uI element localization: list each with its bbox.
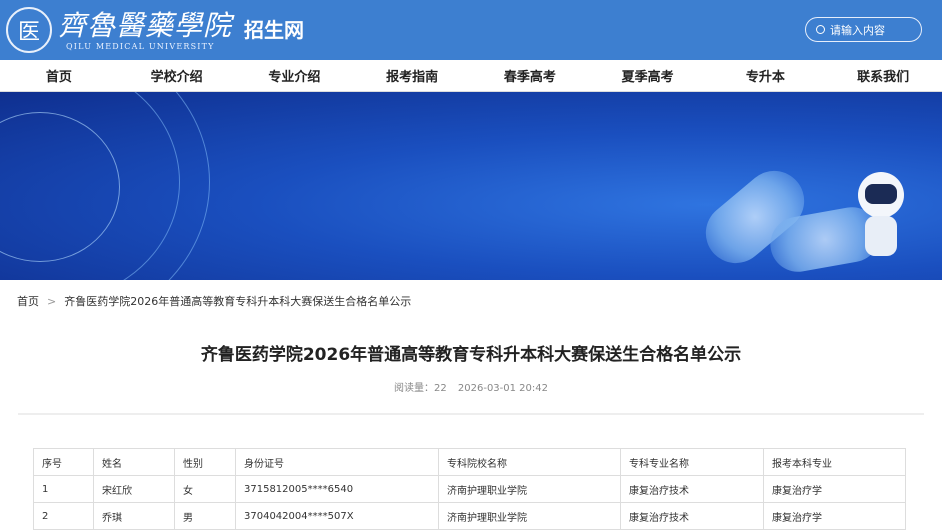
logo-english: QILU MEDICAL UNIVERSITY — [66, 41, 215, 51]
search-placeholder: 请输入内容 — [830, 23, 885, 37]
table-row: 1 宋红欣 女 3715812005****6540 济南护理职业学院 康复治疗… — [33, 475, 906, 503]
nav-guide[interactable]: 报考指南 — [354, 66, 471, 85]
cell: 3704042004****507X — [235, 502, 439, 530]
university-logo[interactable]: 齊魯醫藥學院 QILU MEDICAL UNIVERSITY — [52, 8, 233, 51]
site-name: 招生网 — [244, 17, 305, 42]
cell: 3715812005****6540 — [235, 475, 439, 503]
search-icon — [816, 25, 825, 34]
nav-contact[interactable]: 联系我们 — [825, 66, 942, 85]
cell: 宋红欣 — [93, 475, 175, 503]
cell: 男 — [174, 502, 236, 530]
site-header: 医 齊魯醫藥學院 QILU MEDICAL UNIVERSITY 招生网 请输入… — [0, 0, 942, 60]
breadcrumb-current[interactable]: 齐鲁医药学院2026年普通高等教育专科升本科大赛保送生合格名单公示 — [64, 293, 411, 309]
robot-graphic — [858, 172, 904, 218]
header-cell: 序号 — [33, 448, 94, 476]
header-cell: 身份证号 — [235, 448, 439, 476]
publish-date: 2026-03-01 20:42 — [457, 383, 549, 394]
cell: 乔琪 — [93, 502, 175, 530]
cell: 康复治疗学 — [763, 475, 906, 503]
header-cell: 专科院校名称 — [438, 448, 621, 476]
breadcrumb: 首页 > 齐鲁医药学院2026年普通高等教育专科升本科大赛保送生合格名单公示 — [0, 280, 942, 322]
divider — [18, 413, 924, 415]
robot-body — [865, 216, 897, 256]
cell: 女 — [174, 475, 236, 503]
nav-upgrade[interactable]: 专升本 — [707, 66, 824, 85]
header-cell: 姓名 — [93, 448, 175, 476]
search-input[interactable]: 请输入内容 — [805, 17, 922, 42]
cell: 康复治疗技术 — [620, 475, 764, 503]
cell: 2 — [33, 502, 94, 530]
cell: 康复治疗学 — [763, 502, 906, 530]
header-cell: 性别 — [174, 448, 236, 476]
table-row: 2 乔琪 男 3704042004****507X 济南护理职业学院 康复治疗技… — [33, 502, 906, 530]
cell: 1 — [33, 475, 94, 503]
logo-chinese: 齊魯醫藥學院 — [58, 8, 233, 42]
nav-majors[interactable]: 专业介绍 — [236, 66, 353, 85]
nav-home[interactable]: 首页 — [0, 66, 117, 85]
admission-list-table: 序号 姓名 性别 身份证号 专科院校名称 专科专业名称 报考本科专业 1 宋红欣… — [33, 448, 906, 530]
main-nav: 首页 学校介绍 专业介绍 报考指南 春季高考 夏季高考 专升本 联系我们 — [0, 60, 942, 92]
article-meta: 阅读量：22 2026-03-01 20:42 — [0, 379, 942, 394]
cell: 康复治疗技术 — [620, 502, 764, 530]
header-cell: 专科专业名称 — [620, 448, 764, 476]
nav-summer-exam[interactable]: 夏季高考 — [589, 66, 706, 85]
article-title: 齐鲁医药学院2026年普通高等教育专科升本科大赛保送生合格名单公示 — [200, 345, 742, 365]
nav-about[interactable]: 学校介绍 — [118, 66, 235, 85]
cell: 济南护理职业学院 — [438, 502, 621, 530]
nav-spring-exam[interactable]: 春季高考 — [471, 66, 588, 85]
university-seal-logo[interactable]: 医 — [6, 7, 52, 53]
breadcrumb-home[interactable]: 首页 — [17, 293, 39, 309]
seal-char: 医 — [17, 20, 40, 45]
header-cell: 报考本科专业 — [763, 448, 906, 476]
table-header-row: 序号 姓名 性别 身份证号 专科院校名称 专科专业名称 报考本科专业 — [33, 448, 906, 476]
chevron-right-icon: > — [47, 294, 57, 308]
cell: 济南护理职业学院 — [438, 475, 621, 503]
view-count: 阅读量：22 — [393, 383, 447, 394]
hero-banner — [0, 92, 942, 280]
